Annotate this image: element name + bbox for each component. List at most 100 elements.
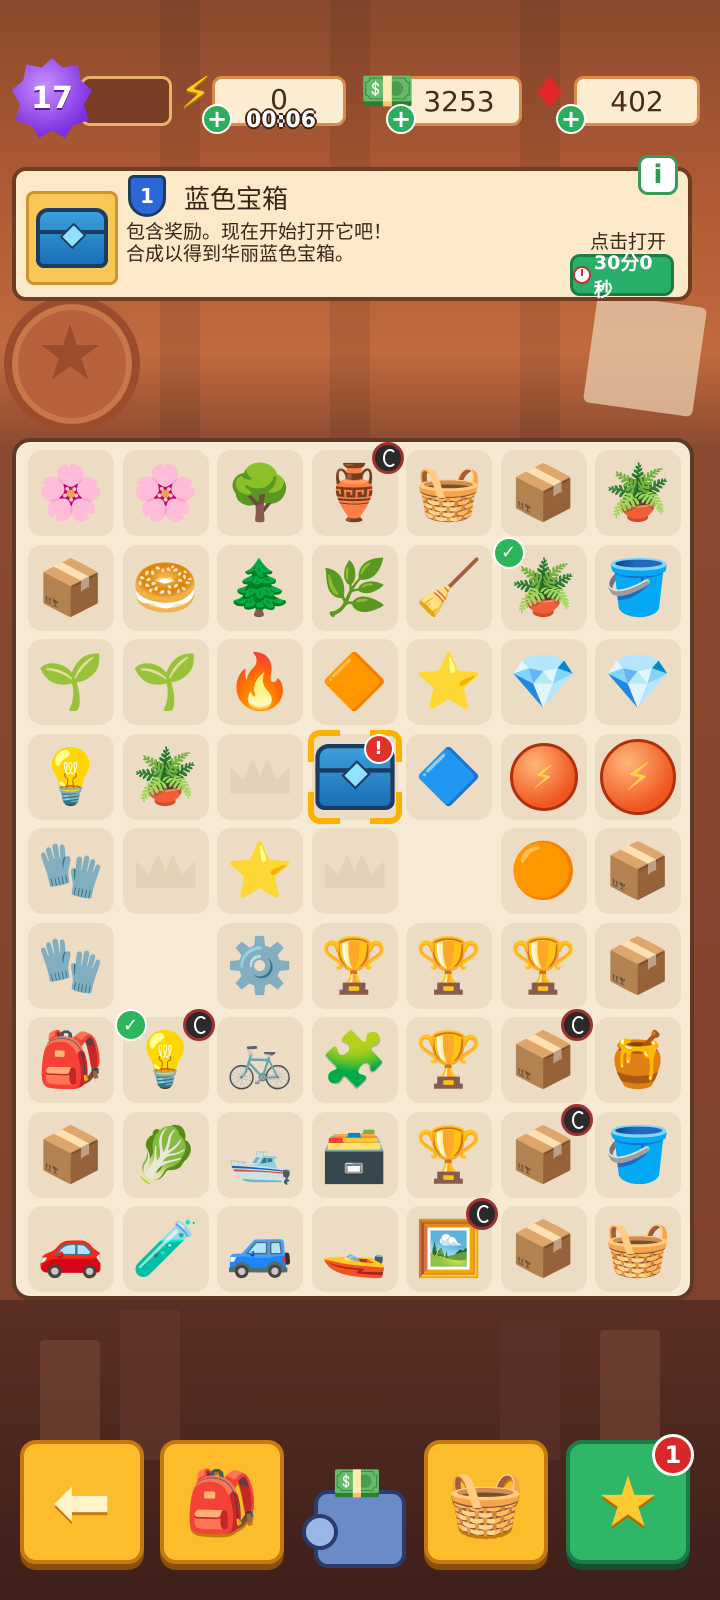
board-cell[interactable]: 🏺	[311, 442, 404, 536]
board-cell[interactable]: 🔶	[311, 639, 398, 725]
energy-timer: 00:06	[246, 108, 317, 133]
board-cell[interactable]	[122, 828, 209, 914]
board-cell[interactable]: 🏆	[406, 922, 492, 1009]
board-cell[interactable]: 🍯	[595, 1017, 681, 1103]
merge-item-icon: 🥬	[131, 1122, 200, 1186]
board-cell[interactable]: 🏆	[406, 1111, 492, 1198]
merge-item-icon: 📦	[604, 933, 672, 997]
board-cell[interactable]: 🛥️	[217, 1111, 303, 1198]
board-cell[interactable]: 🌿	[311, 544, 398, 631]
board-cell[interactable]: 🎒	[28, 1017, 114, 1103]
board-cell[interactable]: 📦	[500, 1103, 593, 1198]
board-cell[interactable]: 🧺	[595, 1206, 681, 1292]
board-cell[interactable]: 🧹	[406, 544, 492, 631]
board-cell[interactable]: 🥬	[122, 1111, 209, 1198]
board-cell[interactable]: ⭐	[406, 639, 492, 725]
board-cell[interactable]: 🧺	[406, 450, 492, 536]
board-cell[interactable]: 🥯	[122, 544, 209, 631]
board-cell[interactable]: 💎	[595, 639, 681, 725]
board-cell[interactable]: 📦	[500, 1206, 587, 1292]
gems-counter[interactable]: 402	[574, 76, 700, 126]
add-cash-button[interactable]: +	[386, 104, 416, 134]
notification-badge: 1	[652, 1434, 694, 1476]
check-badge: ✓	[492, 536, 525, 569]
merge-item-icon: 🔶	[320, 650, 389, 713]
info-button[interactable]: i	[638, 155, 678, 195]
board-cell[interactable]: 🚗	[28, 1206, 114, 1292]
merge-item-icon: 🚲	[226, 1028, 294, 1091]
board-cell[interactable]: 🚤	[311, 1206, 398, 1292]
board-cell[interactable]: 📦	[500, 1009, 593, 1103]
board-cell[interactable]: 🟠	[500, 828, 587, 914]
board-cell[interactable]: 🧤	[28, 922, 114, 1009]
star-icon: ★	[596, 1461, 660, 1543]
merge-item-icon: 🍯	[604, 1028, 672, 1091]
board-cell[interactable]	[217, 733, 303, 820]
board-cell[interactable]	[311, 828, 398, 914]
add-gems-button[interactable]: +	[556, 104, 586, 134]
board-cell[interactable]: 📦	[595, 828, 681, 914]
board-cell[interactable]: 🔷	[406, 733, 492, 820]
board-cell[interactable]: 🌲	[217, 544, 303, 631]
merge-item-icon: 🔷	[415, 744, 483, 808]
board-cell[interactable]: 🌱	[28, 639, 114, 725]
board-cell[interactable]: ⚙️	[217, 922, 303, 1009]
merge-item-icon: 💡	[131, 1028, 200, 1091]
board-cell[interactable]: 🌸	[122, 450, 209, 536]
board-cell[interactable]: 🪴	[122, 733, 209, 820]
energy-orb-icon: ⚡	[600, 738, 676, 815]
cash-register-button[interactable]: 💵	[302, 1454, 412, 1572]
board-cell[interactable]: 🧪	[122, 1206, 209, 1292]
basket-icon: 🧺	[447, 1465, 525, 1538]
board-cell[interactable]: 💡	[28, 733, 114, 820]
board-cell[interactable]: 🌳	[217, 450, 303, 536]
add-energy-button[interactable]: +	[202, 104, 232, 134]
board-cell[interactable]	[406, 828, 492, 914]
merge-item-icon: 🪣	[604, 1122, 672, 1186]
board-cell[interactable]: 🚙	[217, 1206, 303, 1292]
board-cell[interactable]: 🪴 ✓	[492, 536, 587, 631]
board-cell[interactable]: 🌱	[122, 639, 209, 725]
board-cell[interactable]: 💎	[500, 639, 587, 725]
board-cell[interactable]: 🖼️	[406, 1198, 498, 1292]
gems-value: 402	[610, 84, 664, 118]
star-tasks-button[interactable]: ★ 1	[566, 1434, 694, 1564]
cash-value: 3253	[423, 84, 495, 118]
shop-basket-button[interactable]: 🧺	[424, 1440, 548, 1564]
board-cell[interactable]: 📦	[28, 1111, 114, 1198]
board-cell[interactable]: 💡 ✓	[114, 1009, 215, 1103]
merge-item-icon: 💎	[604, 650, 672, 713]
backpack-button[interactable]: 🎒	[160, 1440, 284, 1564]
open-chest-button[interactable]: 30分0秒	[570, 252, 674, 301]
board-cell[interactable]: 🏆	[406, 1017, 492, 1103]
board-cell[interactable]: 🧩	[311, 1017, 398, 1103]
cooldown-clock-badge	[560, 1009, 593, 1041]
board-cell[interactable]: !	[307, 729, 402, 824]
board-cell[interactable]: 📦	[500, 450, 587, 536]
merge-item-icon: 🚗	[37, 1217, 105, 1280]
board-cell[interactable]: 📦	[595, 922, 681, 1009]
item-thumbnail	[26, 191, 118, 285]
board-cell[interactable]: 🗃️	[311, 1111, 398, 1198]
empty-slot-placeholder	[324, 854, 385, 888]
empty-slot-placeholder	[230, 759, 290, 794]
board-cell[interactable]	[123, 923, 209, 1009]
board-cell[interactable]: 🏆	[311, 922, 398, 1009]
board-cell[interactable]: 🪴	[595, 450, 681, 536]
board-cell[interactable]: 🌸	[28, 450, 114, 536]
board-cell[interactable]: 🔥	[217, 639, 303, 725]
bg-star-badge	[4, 296, 140, 432]
level-badge[interactable]: 17	[12, 58, 92, 138]
board-cell[interactable]: 🏆	[500, 922, 587, 1009]
board-cell[interactable]: ⚡	[595, 733, 681, 820]
board-cell[interactable]: 🚲	[217, 1017, 303, 1103]
board-cell[interactable]: ⚡	[500, 733, 587, 820]
board-cell[interactable]: 🪣	[595, 1111, 681, 1198]
board-cell[interactable]: 🪣	[595, 544, 681, 631]
cooldown-clock-badge	[466, 1198, 498, 1230]
board-cell[interactable]: 🧤	[28, 828, 114, 914]
item-info-panel: 1 蓝色宝箱 包含奖励。现在开始打开它吧！ 合成以得到华丽蓝色宝箱。 i 点击打…	[12, 155, 692, 301]
back-button[interactable]: ⬅	[20, 1440, 144, 1564]
board-cell[interactable]: ⭐	[217, 828, 303, 914]
board-cell[interactable]: 📦	[28, 544, 114, 631]
